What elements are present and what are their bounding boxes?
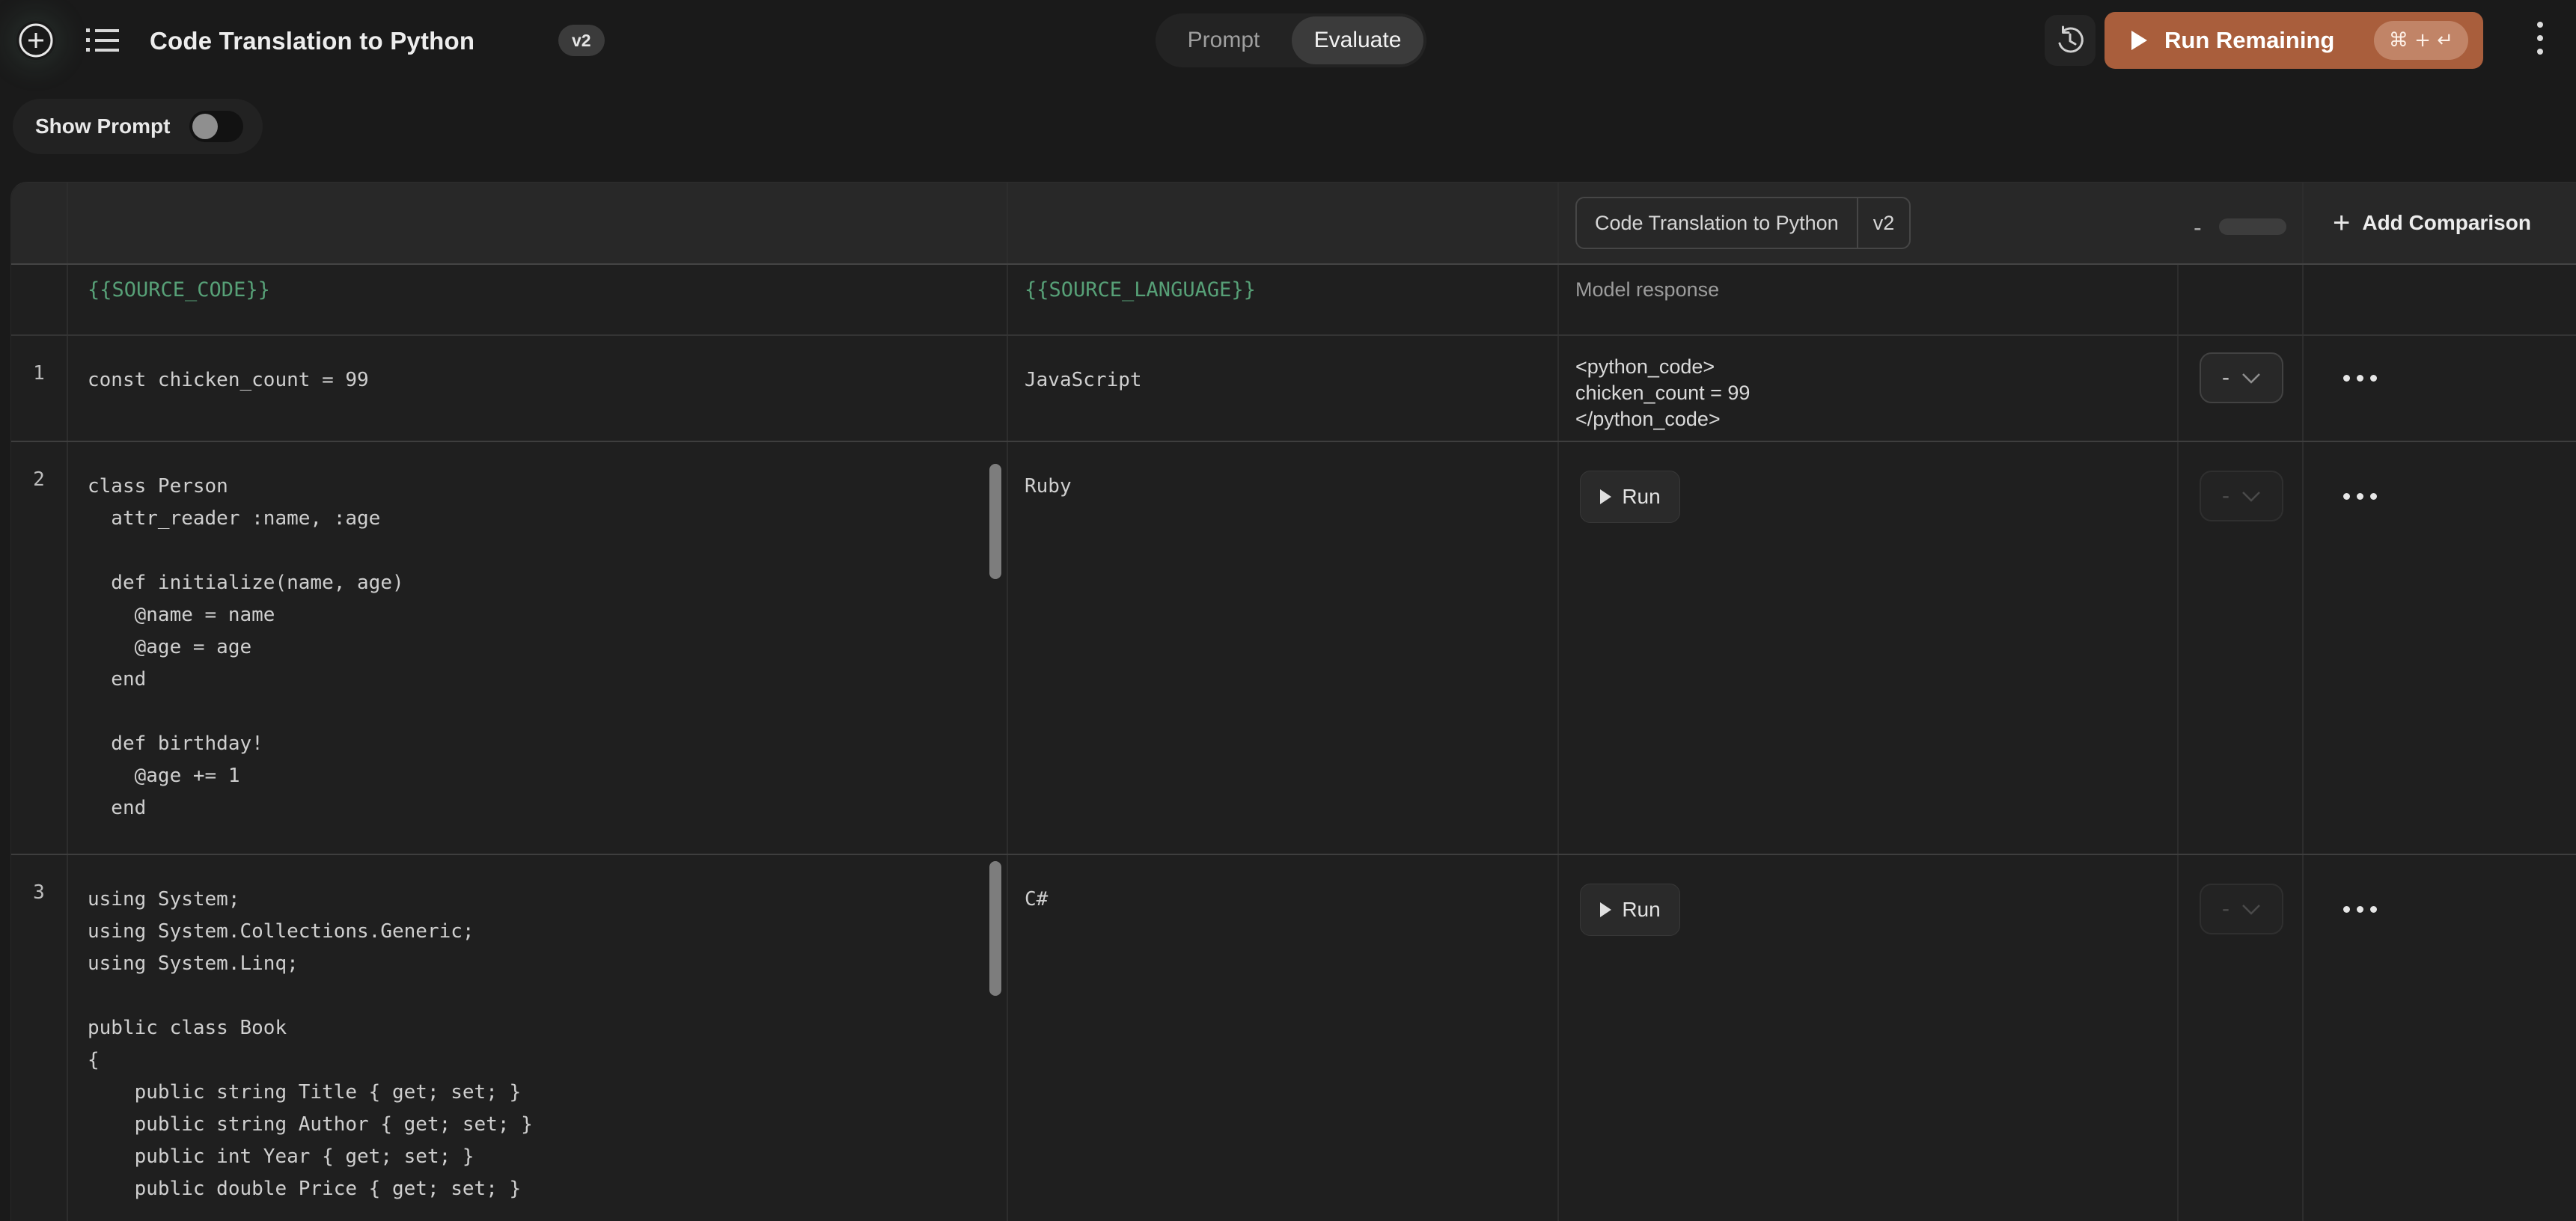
kebab-dot	[2537, 35, 2543, 41]
play-icon	[1599, 902, 1612, 918]
model-response-cell: <python_code> chicken_count = 99 </pytho…	[1575, 354, 1750, 432]
run-row-button[interactable]: Run	[1580, 471, 1680, 523]
page-title: Code Translation to Python	[150, 27, 474, 55]
comparison-header-row	[11, 183, 2576, 263]
evaluation-table: Code Translation to Python v2 - + Add Co…	[10, 182, 2576, 1221]
aggregate-score-dash: -	[2194, 214, 2202, 242]
grade-value: -	[2222, 898, 2229, 920]
row-divider	[11, 334, 2576, 336]
run-label: Run	[1622, 485, 1660, 509]
new-item-button[interactable]	[16, 21, 55, 60]
row-menu-button[interactable]	[2343, 493, 2377, 500]
row-divider	[11, 441, 2576, 442]
tab-evaluate[interactable]: Evaluate	[1292, 16, 1423, 64]
run-remaining-label: Run Remaining	[2164, 27, 2334, 54]
run-remaining-button[interactable]: Run Remaining ⌘ + ↵	[2105, 12, 2483, 69]
kebab-dot	[2357, 493, 2363, 500]
plus-icon: +	[2333, 208, 2350, 238]
kebab-dot	[2537, 22, 2543, 28]
grade-dropdown[interactable]: -	[2200, 352, 2283, 403]
cell-scrollbar[interactable]	[989, 464, 1001, 579]
column-divider	[2302, 183, 2304, 1221]
kebab-dot	[2343, 906, 2350, 913]
show-prompt-toggle[interactable]	[189, 111, 243, 142]
kebab-dot	[2357, 906, 2363, 913]
row-number: 1	[11, 362, 67, 385]
show-prompt-label: Show Prompt	[35, 114, 170, 138]
grade-dropdown-disabled[interactable]: -	[2200, 884, 2283, 934]
row-number: 2	[11, 468, 67, 491]
prompt-version-name: Code Translation to Python	[1577, 198, 1857, 248]
grade-dropdown-disabled[interactable]: -	[2200, 471, 2283, 521]
plus-circle-icon	[16, 21, 55, 60]
add-comparison-button[interactable]: + Add Comparison	[2333, 183, 2531, 263]
kebab-dot	[2370, 493, 2377, 500]
run-label: Run	[1622, 898, 1660, 922]
kebab-dot	[2357, 375, 2363, 382]
history-button[interactable]	[2045, 15, 2096, 66]
column-divider	[2177, 263, 2179, 1221]
grade-value: -	[2222, 367, 2229, 389]
row-number: 3	[11, 881, 67, 904]
aggregate-score-pill[interactable]	[2219, 218, 2286, 235]
kebab-dot	[2370, 375, 2377, 382]
cell-scrollbar[interactable]	[989, 861, 1001, 996]
column-header-model-response: Model response	[1575, 278, 1719, 302]
grade-value: -	[2222, 485, 2229, 507]
column-divider	[67, 183, 68, 1221]
add-comparison-label: Add Comparison	[2362, 211, 2531, 235]
source-language-cell[interactable]: JavaScript	[1025, 364, 1142, 397]
prompt-list-button[interactable]	[85, 25, 120, 56]
prompt-version-number: v2	[1858, 198, 1910, 248]
chevron-down-icon	[2241, 904, 2261, 915]
source-language-cell[interactable]: C#	[1025, 884, 1048, 916]
source-code-cell[interactable]: class Person attr_reader :name, :age def…	[88, 471, 404, 824]
kebab-dot	[2370, 906, 2377, 913]
tab-prompt[interactable]: Prompt	[1156, 28, 1292, 53]
keyboard-shortcut-badge: ⌘ + ↵	[2374, 21, 2468, 60]
chevron-down-icon	[2241, 491, 2261, 502]
app-window: Code Translation to Python v2 Prompt Eva…	[0, 0, 2576, 1221]
overflow-menu-button[interactable]	[2537, 22, 2543, 55]
history-icon	[2055, 25, 2085, 55]
source-code-cell[interactable]: const chicken_count = 99	[88, 364, 369, 397]
play-icon	[1599, 489, 1612, 505]
row-divider	[11, 854, 2576, 855]
source-language-cell[interactable]: Ruby	[1025, 471, 1072, 503]
source-code-cell[interactable]: using System; using System.Collections.G…	[88, 884, 533, 1205]
prompt-evaluate-tabs: Prompt Evaluate	[1156, 13, 1426, 67]
kebab-dot	[2343, 493, 2350, 500]
column-header-source-code: {{SOURCE_CODE}}	[88, 278, 270, 302]
run-row-button[interactable]: Run	[1580, 884, 1680, 936]
row-menu-button[interactable]	[2343, 906, 2377, 913]
row-menu-button[interactable]	[2343, 375, 2377, 382]
prompt-version-selector[interactable]: Code Translation to Python v2	[1575, 197, 1911, 249]
chevron-down-icon	[2241, 373, 2261, 384]
column-divider	[1557, 183, 1559, 1221]
kebab-dot	[2537, 49, 2543, 55]
show-prompt-control: Show Prompt	[13, 99, 263, 154]
column-divider	[1007, 183, 1008, 1221]
toggle-knob	[192, 114, 218, 139]
row-divider	[11, 263, 2576, 265]
play-icon	[2130, 30, 2148, 51]
list-icon	[85, 25, 120, 55]
column-header-source-language: {{SOURCE_LANGUAGE}}	[1025, 278, 1256, 302]
version-badge[interactable]: v2	[558, 25, 605, 56]
kebab-dot	[2343, 375, 2350, 382]
